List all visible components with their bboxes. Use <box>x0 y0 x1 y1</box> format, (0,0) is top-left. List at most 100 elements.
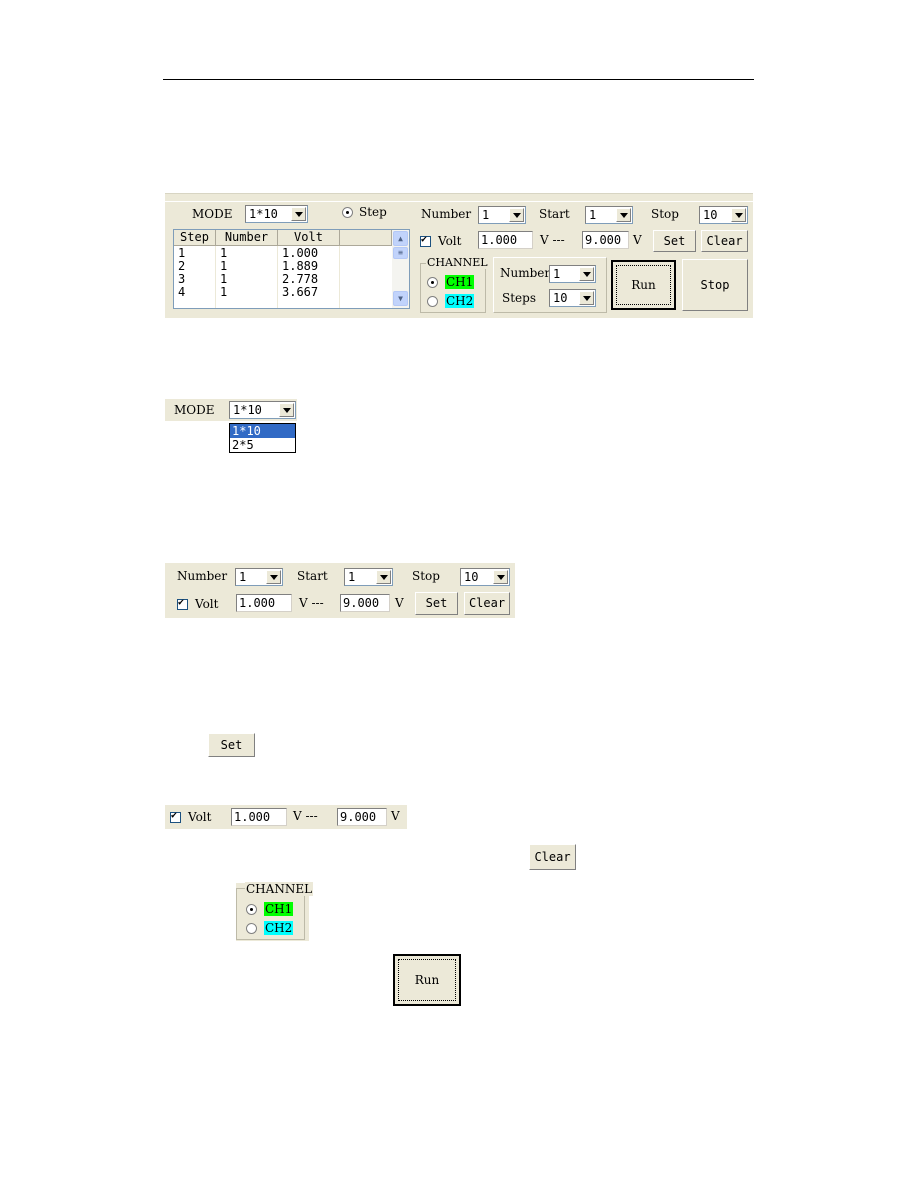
stop-select-value: 10 <box>464 570 479 584</box>
number-select[interactable]: 1 <box>235 568 283 586</box>
cell-step: 1 <box>178 246 186 260</box>
ch1-label: CH1 <box>264 902 294 916</box>
stop-label: Stop <box>412 569 440 583</box>
steps-number-label: Number <box>500 266 551 280</box>
volt-start-input[interactable]: 1.000 <box>236 594 292 612</box>
volt-stop-input[interactable]: 9.000 <box>337 808 387 826</box>
volt-checkbox[interactable] <box>420 234 431 247</box>
run-button-example[interactable]: Run <box>393 954 461 1006</box>
ch1-label: CH1 <box>445 275 475 289</box>
cell-number: 1 <box>220 272 228 286</box>
step-radio[interactable] <box>342 207 353 218</box>
cell-volt: 2.778 <box>282 272 319 286</box>
set-button-example[interactable]: Set <box>208 733 255 757</box>
chevron-down-icon[interactable] <box>279 403 294 417</box>
channel-example: CHANNEL CH1 CH2 <box>236 882 314 941</box>
steps-select[interactable]: 10 <box>549 289 596 307</box>
chevron-down-icon[interactable] <box>376 570 391 584</box>
start-label: Start <box>539 207 570 221</box>
channel-group-title: CHANNEL <box>245 882 314 896</box>
start-select[interactable]: 1 <box>585 206 633 224</box>
steps-number-value: 1 <box>553 267 561 281</box>
cell-number: 1 <box>220 259 228 273</box>
volt-stop-input[interactable]: 9.000 <box>340 594 390 612</box>
start-label: Start <box>297 569 328 583</box>
mode-option-2x5[interactable]: 2*5 <box>230 438 295 452</box>
cell-volt: 1.889 <box>282 259 319 273</box>
set-button[interactable]: Set <box>653 230 696 252</box>
ch2-label: CH2 <box>445 294 475 308</box>
steps-group: Number 1 Steps 10 <box>493 257 607 313</box>
ch1-radio[interactable] <box>246 904 257 915</box>
channel-group: CHANNEL CH1 CH2 <box>420 256 489 313</box>
volt-start-input[interactable]: 1.000 <box>231 808 287 826</box>
mode-select[interactable]: 1*10 <box>245 205 308 223</box>
volt-unit-separator: V --- <box>299 596 324 610</box>
cell-volt: 1.000 <box>282 246 319 260</box>
main-control-panel: MODE 1*10 Step Number 1 Start 1 Stop 10 … <box>165 193 753 318</box>
chevron-down-icon[interactable] <box>266 570 281 584</box>
steps-number-select[interactable]: 1 <box>549 265 596 283</box>
number-label: Number <box>177 569 228 583</box>
step-table[interactable]: Step Number Volt 1 1 1.000 2 1 1.889 3 1… <box>173 229 410 309</box>
column-header-step[interactable]: Step <box>174 230 216 246</box>
stop-select[interactable]: 10 <box>699 206 748 224</box>
mode-option-1x10[interactable]: 1*10 <box>230 424 295 438</box>
mode-label: MODE <box>174 403 215 417</box>
step-radio-label: Step <box>359 205 387 219</box>
volt-unit-separator: V --- <box>540 233 565 247</box>
chevron-down-icon[interactable] <box>493 570 508 584</box>
chevron-down-icon[interactable] <box>616 208 631 222</box>
chevron-down-icon[interactable] <box>579 291 594 305</box>
ch2-radio[interactable] <box>246 923 257 934</box>
cell-step: 2 <box>178 259 186 273</box>
volt-start-input[interactable]: 1.000 <box>478 231 533 249</box>
stop-label: Stop <box>651 207 679 221</box>
mode-select-value: 1*10 <box>233 403 262 417</box>
channel-group-title: CHANNEL <box>426 256 489 269</box>
start-select[interactable]: 1 <box>344 568 393 586</box>
number-select[interactable]: 1 <box>478 206 526 224</box>
column-header-number[interactable]: Number <box>216 230 278 246</box>
cell-step: 4 <box>178 285 186 299</box>
mode-select-value: 1*10 <box>249 207 278 221</box>
scroll-up-icon[interactable]: ▲ <box>393 231 408 246</box>
mode-select[interactable]: 1*10 <box>229 401 296 419</box>
ch2-label: CH2 <box>264 921 294 935</box>
scroll-thumb[interactable]: ≡ <box>393 247 408 259</box>
stop-select-value: 10 <box>703 208 718 222</box>
scroll-down-icon[interactable]: ▼ <box>393 291 408 306</box>
volt-label: Volt <box>188 810 212 824</box>
stop-button[interactable]: Stop <box>682 259 748 311</box>
clear-button-example[interactable]: Clear <box>529 844 576 870</box>
volt-label: Volt <box>195 597 219 611</box>
vertical-scrollbar[interactable]: ▲ ≡ ▼ <box>392 230 409 308</box>
volt-stop-input[interactable]: 9.000 <box>582 231 629 249</box>
set-button[interactable]: Set <box>415 592 458 615</box>
clear-button[interactable]: Clear <box>464 592 510 615</box>
volt-checkbox[interactable] <box>170 810 181 823</box>
steps-label: Steps <box>502 291 536 305</box>
chevron-down-icon[interactable] <box>579 267 594 281</box>
start-select-value: 1 <box>348 570 356 584</box>
clear-button[interactable]: Clear <box>701 230 748 252</box>
chevron-down-icon[interactable] <box>291 207 306 221</box>
volt-unit: V <box>391 809 400 823</box>
column-header-blank[interactable] <box>340 230 392 246</box>
cell-volt: 3.667 <box>282 285 319 299</box>
cell-number: 1 <box>220 246 228 260</box>
header-rule <box>163 79 754 80</box>
ch1-radio[interactable] <box>427 277 438 288</box>
mode-options-list[interactable]: 1*10 2*5 <box>229 423 296 453</box>
stop-select[interactable]: 10 <box>460 568 510 586</box>
volt-checkbox[interactable] <box>177 597 188 610</box>
chevron-down-icon[interactable] <box>509 208 524 222</box>
volt-unit: V <box>633 233 642 247</box>
chevron-down-icon[interactable] <box>731 208 746 222</box>
run-button[interactable]: Run <box>611 260 676 310</box>
ch2-radio[interactable] <box>427 296 438 307</box>
column-header-volt[interactable]: Volt <box>278 230 340 246</box>
volt-label: Volt <box>438 234 462 248</box>
start-select-value: 1 <box>589 208 597 222</box>
volt-row-example: Volt 1.000 V --- 9.000 V <box>165 805 407 829</box>
